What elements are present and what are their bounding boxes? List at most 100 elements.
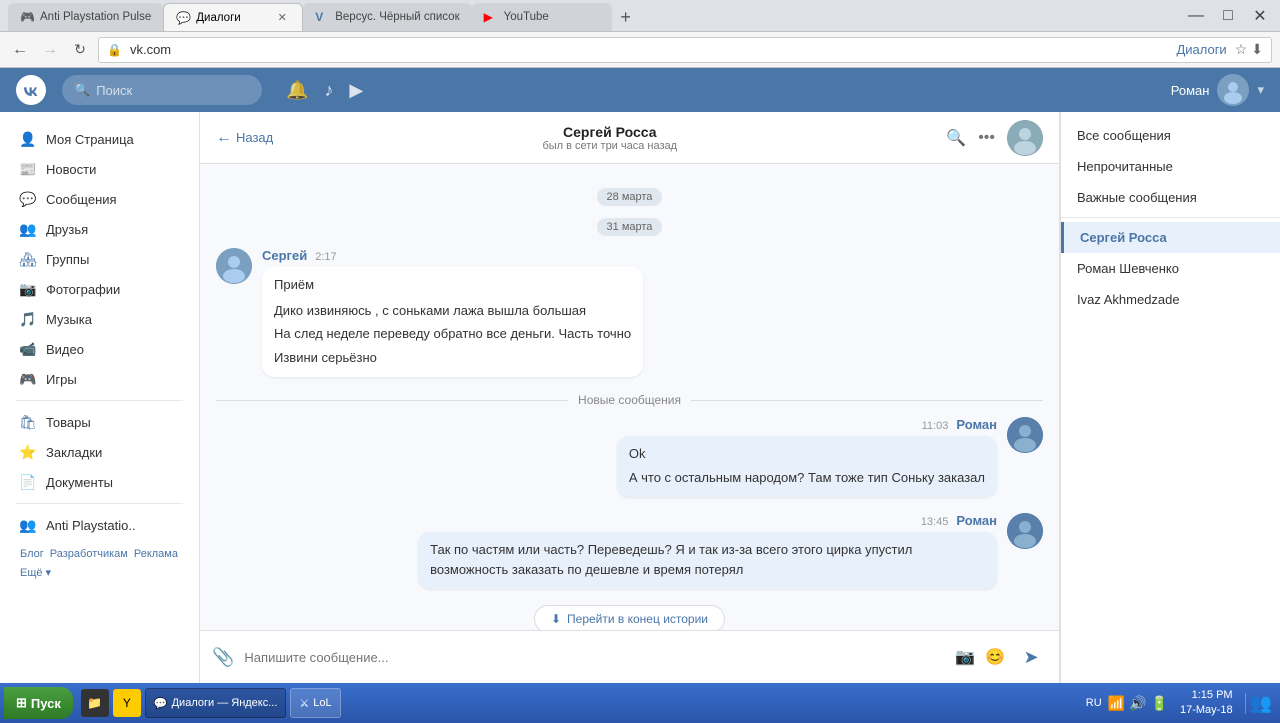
sidebar-item-groups[interactable]: 🏘 Группы [0, 244, 199, 274]
send-button[interactable]: ➤ [1015, 641, 1047, 673]
new-tab-button[interactable]: + [612, 3, 640, 31]
chat-area: ← Назад Сергей Росса был в сети три часа… [200, 112, 1060, 683]
chat-messages: 28 марта 31 марта [200, 164, 1059, 630]
sidebar-item-photos[interactable]: 📷 Фотографии [0, 274, 199, 304]
app2-icon: Y [123, 696, 131, 710]
sidebar-item-messages[interactable]: 💬 Сообщения [0, 184, 199, 214]
emoji-icon[interactable]: 😊 [985, 647, 1005, 667]
sidebar-label-photos: Фотографии [46, 282, 120, 297]
download-icon[interactable]: ⬇ [1251, 41, 1263, 58]
close-button[interactable]: ✕ [1248, 4, 1272, 28]
vk-search-box[interactable]: 🔍 Поиск [62, 75, 262, 105]
tab1-favicon: 🎮 [20, 10, 34, 24]
date-divider-2: 31 марта [216, 218, 1043, 236]
panel-all-messages[interactable]: Все сообщения [1061, 120, 1280, 151]
chat-header-actions: 🔍 ••• [946, 128, 995, 148]
music-icon[interactable]: ♪ [324, 80, 333, 101]
notifications-icon[interactable]: 🔔 [286, 80, 308, 101]
vk-sidebar: 👤 Моя Страница 📰 Новости 💬 Сообщения 👥 Д… [0, 112, 200, 683]
address-bar[interactable]: 🔒 vk.com Диалоги ☆ ⬇ [98, 37, 1272, 63]
chat-more-icon[interactable]: ••• [978, 129, 995, 147]
sidebar-label-mypage: Моя Страница [46, 132, 134, 147]
browser-tab-4[interactable]: ▶ YouTube [472, 3, 612, 31]
camera-icon[interactable]: 📷 [955, 647, 975, 667]
security-icon: 🔒 [107, 43, 122, 57]
sidebar-item-community[interactable]: 👥 Anti Playstatio.. [0, 510, 199, 540]
sidebar-item-music[interactable]: 🎵 Музыка [0, 304, 199, 334]
tab4-title: YouTube [504, 11, 600, 23]
lol-icon: ⚔ [299, 697, 309, 710]
vk-header-icons: 🔔 ♪ ▶ [286, 80, 363, 101]
sidebar-item-docs[interactable]: 📄 Документы [0, 467, 199, 497]
show-desktop-icon[interactable]: 👥 [1245, 693, 1272, 714]
chat-search-icon[interactable]: 🔍 [946, 128, 966, 148]
maximize-button[interactable]: □ [1216, 4, 1240, 28]
sidebar-item-bookmarks[interactable]: ⭐ Закладки [0, 437, 199, 467]
taskbar-app-1[interactable]: 📁 [81, 689, 109, 717]
vk-main: 👤 Моя Страница 📰 Новости 💬 Сообщения 👥 Д… [0, 112, 1280, 683]
taskbar-lang: RU [1086, 697, 1102, 709]
panel-unread[interactable]: Непрочитанные [1061, 151, 1280, 182]
scroll-to-end-button[interactable]: ⬇ Перейти в конец истории [534, 605, 725, 630]
vk-header: 🔍 Поиск 🔔 ♪ ▶ Роман ▾ [0, 68, 1280, 112]
sidebar-item-friends[interactable]: 👥 Друзья [0, 214, 199, 244]
panel-important[interactable]: Важные сообщения [1061, 182, 1280, 213]
friends-icon: 👥 [20, 221, 36, 237]
browser-addressbar: ← → ↻ 🔒 vk.com Диалоги ☆ ⬇ [0, 32, 1280, 68]
taskbar-app-2[interactable]: Y [113, 689, 141, 717]
refresh-button[interactable]: ↻ [68, 38, 92, 62]
news-icon: 📰 [20, 161, 36, 177]
volume-icon: 🔊 [1129, 695, 1146, 712]
sidebar-item-mypage[interactable]: 👤 Моя Страница [0, 124, 199, 154]
sergey-message-content: Сергей 2:17 Приём Дико извиняюсь , с сон… [262, 248, 643, 377]
vk-logo[interactable] [16, 75, 46, 105]
roman-text-1a: Ok [629, 444, 985, 464]
taskbar-lol-button[interactable]: ⚔ LoL [290, 688, 340, 718]
minimize-button[interactable]: ― [1184, 4, 1208, 28]
footer-more-link[interactable]: Ещё ▾ [20, 566, 51, 579]
chat-username: Сергей Росса [285, 124, 934, 140]
browser-tabs: 🎮 Anti Playstation Pulse 💬 Диалоги ✕ V В… [8, 0, 640, 31]
tab2-favicon: 💬 [176, 11, 190, 25]
chat-back-button[interactable]: ← Назад [216, 129, 273, 147]
sidebar-item-shop[interactable]: 🛍 Товары [0, 407, 199, 437]
date-label-1: 28 марта [597, 188, 663, 206]
forward-button[interactable]: → [38, 38, 62, 62]
video-icon[interactable]: ▶ [349, 80, 363, 101]
back-button[interactable]: ← [8, 38, 32, 62]
taskbar-dialogs-button[interactable]: 💬 Диалоги — Яндекс... [145, 688, 287, 718]
video-nav-icon: 📹 [20, 341, 36, 357]
messages-panel: Все сообщения Непрочитанные Важные сообщ… [1060, 112, 1280, 683]
chat-input-icons: 📷 😊 [955, 647, 1005, 667]
start-button[interactable]: ⊞ Пуск [4, 687, 73, 719]
roman-msg-content-2: Роман 13:45 Так по частям или часть? Пер… [418, 513, 997, 589]
roman-name-2: Роман [956, 513, 997, 528]
attach-button[interactable]: 📎 [212, 647, 234, 668]
sergey-msg-header: Сергей 2:17 [262, 248, 643, 263]
new-messages-divider: Новые сообщения [216, 393, 1043, 407]
sidebar-item-video[interactable]: 📹 Видео [0, 334, 199, 364]
browser-tab-3[interactable]: V Версус. Чёрный список [303, 3, 471, 31]
photos-icon: 📷 [20, 281, 36, 297]
vk-user-profile[interactable]: Роман ▾ [1171, 74, 1264, 106]
tab2-close-button[interactable]: ✕ [274, 10, 290, 26]
sidebar-item-games[interactable]: 🎮 Игры [0, 364, 199, 394]
back-label: Назад [236, 130, 273, 145]
panel-contact-sergey[interactable]: Сергей Росса [1061, 222, 1280, 253]
footer-blog-link[interactable]: Блог [20, 548, 44, 560]
browser-tab-1[interactable]: 🎮 Anti Playstation Pulse [8, 3, 163, 31]
message-input[interactable] [244, 650, 945, 665]
sidebar-label-shop: Товары [46, 415, 91, 430]
sergey-text-2: Дико извиняюсь , с соньками лажа вышла б… [274, 301, 631, 321]
tab3-title: Версус. Чёрный список [335, 11, 459, 23]
chat-status: был в сети три часа назад [285, 140, 934, 152]
panel-contact-ivaz[interactable]: Ivaz Akhmedzade [1061, 284, 1280, 315]
browser-tab-2[interactable]: 💬 Диалоги ✕ [163, 3, 303, 31]
footer-dev-link[interactable]: Разработчикам [50, 548, 128, 560]
roman-msg-header-1: Роман 11:03 [617, 417, 997, 432]
roman-msg-time-1: 11:03 [922, 420, 949, 432]
panel-contact-roman[interactable]: Роман Шевченко [1061, 253, 1280, 284]
footer-ads-link[interactable]: Реклама [134, 548, 178, 560]
sidebar-item-news[interactable]: 📰 Новости [0, 154, 199, 184]
bookmark-icon[interactable]: ☆ [1235, 41, 1248, 58]
